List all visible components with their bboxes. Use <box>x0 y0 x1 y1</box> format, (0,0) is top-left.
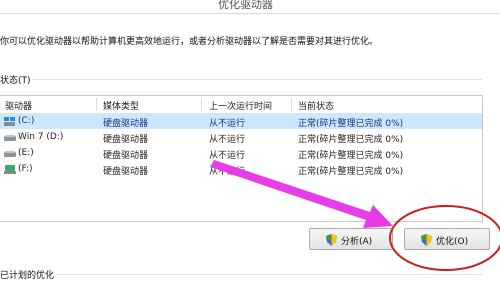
shield-icon <box>421 234 432 246</box>
media-type: 硬盘驱动器 <box>103 167 149 177</box>
last-run-time: 从不运行 <box>209 151 246 161</box>
column-header-last-run[interactable]: 上一次运行时间 <box>209 99 272 112</box>
analyze-button-label: 分析(A) <box>341 237 373 247</box>
last-run-time: 从不运行 <box>209 167 246 177</box>
section-divider <box>32 79 482 80</box>
table-row[interactable]: (E:) 硬盘驱动器 从不运行 正常(碎片整理已完成 0%) <box>0 146 482 161</box>
media-type: 硬盘驱动器 <box>103 135 149 145</box>
description-text: 你可以优化驱动器以帮助计算机更高效地运行，或者分析驱动器以了解是否需要对其进行优… <box>0 37 379 47</box>
last-run-time: 从不运行 <box>209 119 246 129</box>
column-header-status[interactable]: 当前状态 <box>298 99 334 112</box>
optimize-button[interactable]: 优化(O) <box>404 228 490 250</box>
media-type: 硬盘驱动器 <box>103 119 149 129</box>
current-status: 正常(碎片整理已完成 0%) <box>298 151 404 161</box>
table-header: 驱动器 媒体类型 上一次运行时间 当前状态 <box>0 96 482 114</box>
drive-name: (F:) <box>18 164 33 174</box>
drive-list: 驱动器 媒体类型 上一次运行时间 当前状态 (C:) 硬盘驱动器 从不运行 正常… <box>0 95 483 222</box>
column-divider[interactable] <box>201 98 202 111</box>
current-status: 正常(碎片整理已完成 0%) <box>298 167 404 177</box>
media-type: 硬盘驱动器 <box>103 151 149 161</box>
drive-name: Win 7 (D:) <box>18 132 64 142</box>
current-status: 正常(碎片整理已完成 0%) <box>298 135 404 145</box>
analyze-button[interactable]: 分析(A) <box>309 228 393 250</box>
last-run-time: 从不运行 <box>209 135 246 145</box>
shield-icon <box>326 234 337 246</box>
optimize-button-label: 优化(O) <box>436 237 469 247</box>
hard-drive-icon <box>4 151 16 157</box>
network-drive-icon <box>4 165 16 174</box>
column-header-drive[interactable]: 驱动器 <box>5 99 32 112</box>
section-divider <box>56 274 482 275</box>
status-section-label: 状态(T) <box>0 76 31 86</box>
table-row[interactable]: (C:) 硬盘驱动器 从不运行 正常(碎片整理已完成 0%) <box>0 114 482 129</box>
column-divider[interactable] <box>291 98 292 111</box>
table-row[interactable]: Win 7 (D:) 硬盘驱动器 从不运行 正常(碎片整理已完成 0%) <box>0 130 482 145</box>
windows-drive-icon <box>4 117 15 126</box>
current-status: 正常(碎片整理已完成 0%) <box>298 119 404 129</box>
scheduled-optimization-label: 已计划的优化 <box>0 271 55 281</box>
drive-name: (E:) <box>18 148 34 158</box>
column-divider[interactable] <box>96 98 97 111</box>
column-header-media-type[interactable]: 媒体类型 <box>103 99 139 112</box>
drive-name: (C:) <box>18 116 35 126</box>
table-row[interactable]: (F:) 硬盘驱动器 从不运行 正常(碎片整理已完成 0%) <box>0 162 482 177</box>
title-bar: 优化驱动器 <box>0 0 500 14</box>
window-title: 优化驱动器 <box>218 0 273 11</box>
hard-drive-icon <box>4 135 16 141</box>
